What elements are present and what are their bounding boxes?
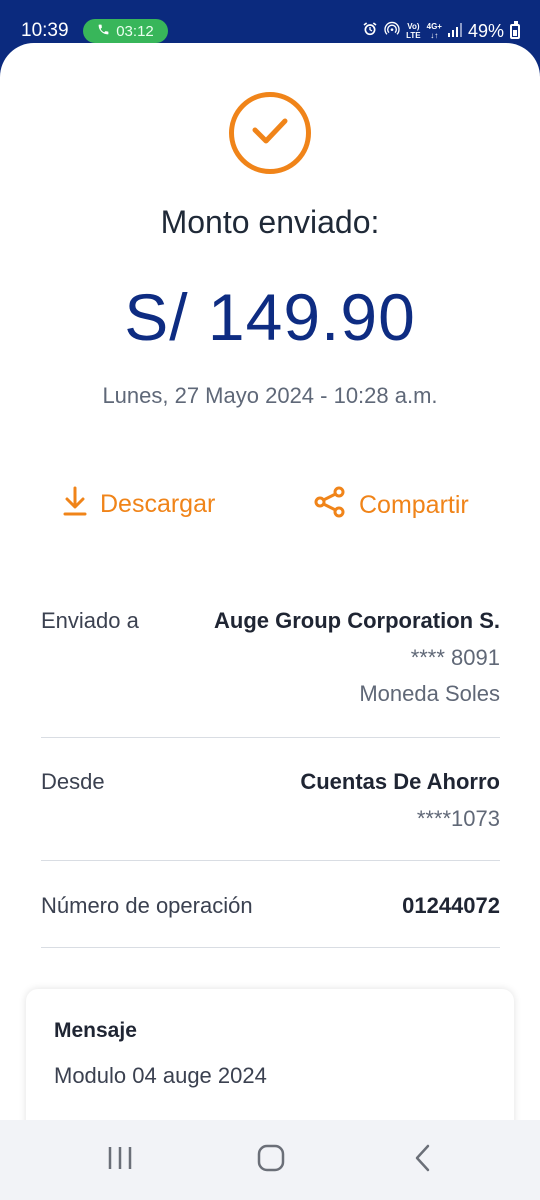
alarm-icon: [362, 21, 378, 42]
success-check-icon: [229, 92, 311, 174]
recent-apps-button[interactable]: [100, 1142, 140, 1178]
recipient-name: Auge Group Corporation S.: [214, 608, 500, 633]
recipient-account: **** 8091: [410, 645, 500, 670]
source-label: Desde: [41, 769, 105, 794]
receipt-sheet: Monto enviado: S/ 149.90 Lunes, 27 Mayo …: [0, 43, 540, 1120]
status-icons: Vo) LTE 4G+ ↓↑ 49%: [362, 19, 520, 43]
message-title: Mensaje: [54, 1019, 137, 1042]
download-label: Descargar: [100, 490, 216, 518]
home-icon: [257, 1144, 285, 1177]
volte-icon: Vo) LTE: [406, 22, 421, 40]
source-account: ****1073: [416, 806, 500, 831]
system-nav-bar: [0, 1120, 540, 1200]
hotspot-icon: [384, 21, 400, 42]
share-button[interactable]: Compartir: [313, 486, 469, 525]
recipient-label: Enviado a: [41, 608, 139, 633]
divider: [41, 860, 500, 861]
back-button[interactable]: [403, 1142, 443, 1178]
operation-number: 01244072: [402, 893, 500, 918]
download-icon: [62, 486, 88, 523]
operation-label: Número de operación: [41, 893, 253, 918]
battery-icon: [510, 20, 520, 39]
share-label: Compartir: [359, 491, 469, 519]
signal-icon: [447, 21, 462, 42]
detail-row-recipient: Enviado a Auge Group Corporation S. ****…: [41, 608, 500, 718]
home-button[interactable]: [251, 1142, 291, 1178]
message-body: Modulo 04 auge 2024: [54, 1063, 267, 1088]
recent-apps-icon: [106, 1145, 134, 1176]
divider: [41, 947, 500, 948]
receipt-title: Monto enviado:: [160, 204, 380, 240]
detail-row-source: Desde Cuentas De Ahorro ****1073: [41, 769, 500, 839]
battery-percent: 49%: [467, 20, 504, 41]
network-4g-icon: 4G+ ↓↑: [426, 22, 442, 40]
download-button[interactable]: Descargar: [62, 486, 215, 523]
call-indicator[interactable]: 03:12: [83, 19, 168, 43]
message-card: Mensaje Modulo 04 auge 2024: [26, 989, 514, 1120]
detail-row-operation: Número de operación 01244072: [41, 893, 500, 923]
call-timer: 03:12: [116, 22, 154, 40]
divider: [41, 737, 500, 738]
sent-amount: S/ 149.90: [124, 280, 416, 354]
share-icon: [313, 486, 347, 525]
recipient-currency: Moneda Soles: [359, 681, 500, 706]
back-icon: [413, 1144, 433, 1177]
transaction-datetime: Lunes, 27 Mayo 2024 - 10:28 a.m.: [102, 383, 438, 408]
source-account-type: Cuentas De Ahorro: [300, 769, 500, 794]
phone-icon: [97, 23, 110, 40]
status-time: 10:39: [21, 20, 69, 41]
